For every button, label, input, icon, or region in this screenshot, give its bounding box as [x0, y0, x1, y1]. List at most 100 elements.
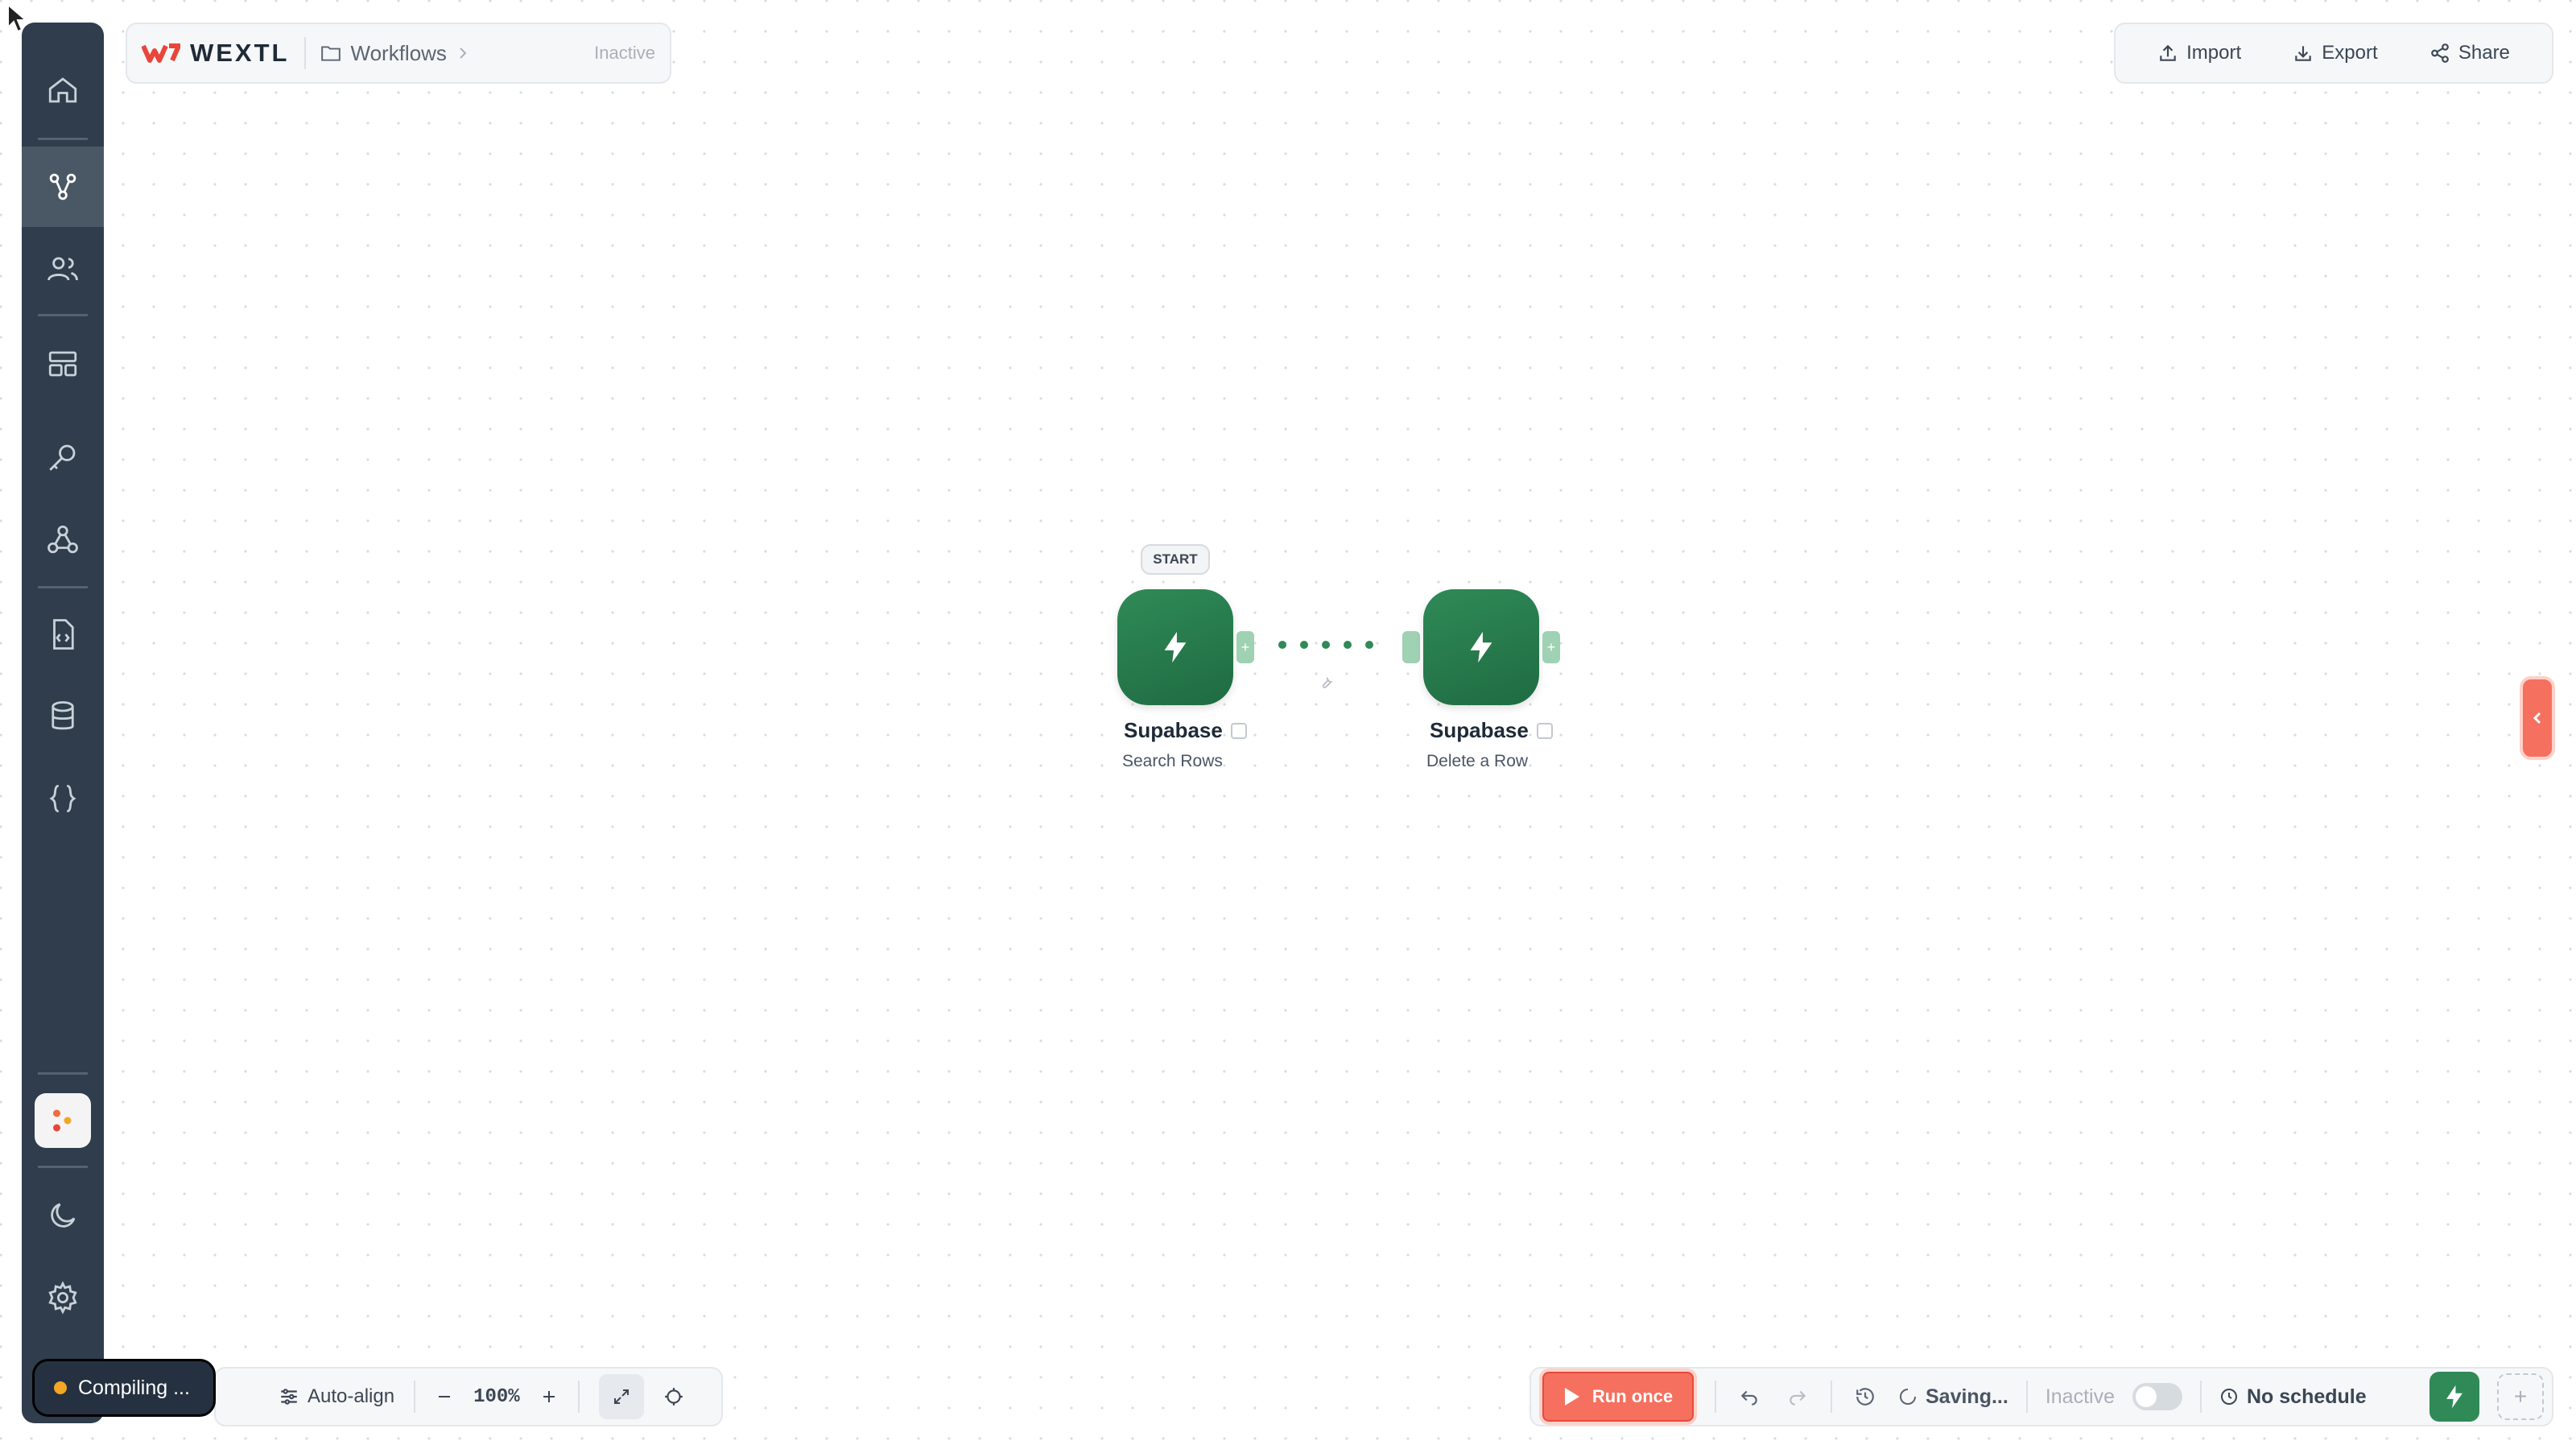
clock-icon — [2220, 1389, 2237, 1405]
schedule-button[interactable]: No schedule — [2219, 1385, 2367, 1409]
bolt-icon — [1470, 631, 1492, 663]
start-badge: START — [1141, 544, 1210, 575]
sidebar-item-home[interactable] — [22, 50, 104, 130]
zoom-level: 100% — [473, 1385, 520, 1408]
node-title-text: Supabase — [1430, 718, 1529, 742]
chevron-right-icon — [460, 47, 467, 59]
templates-icon — [48, 351, 77, 377]
sidebar-divider — [38, 314, 88, 316]
node-subtitle: Delete a Row — [1426, 752, 1529, 770]
history-button[interactable] — [1850, 1381, 1880, 1412]
wrench-icon[interactable] — [1317, 673, 1335, 691]
expand-icon — [613, 1389, 629, 1404]
node-subtitle: Search Rows — [1122, 752, 1223, 770]
recenter-button[interactable] — [663, 1386, 684, 1407]
node-title-text: Supabase — [1124, 718, 1223, 742]
export-button[interactable]: Export — [2293, 42, 2378, 64]
run-once-button[interactable]: Run once — [1539, 1368, 1697, 1425]
app-switcher-button[interactable] — [35, 1093, 91, 1148]
node-output-handle[interactable]: + — [1236, 631, 1254, 663]
sidebar — [22, 23, 104, 1423]
theme-toggle-button[interactable] — [22, 1175, 104, 1256]
plus-icon: + — [2513, 1384, 2528, 1409]
bolt-icon — [1164, 631, 1187, 663]
chevron-left-icon — [2533, 712, 2541, 724]
compile-status-text: Compiling ... — [78, 1376, 190, 1399]
toolbar-divider — [2025, 1381, 2028, 1413]
sidebar-item-workflows[interactable] — [22, 147, 104, 227]
redo-icon — [1790, 1390, 1806, 1406]
node-connection[interactable] — [1278, 641, 1373, 649]
minus-icon — [439, 1396, 451, 1397]
sidebar-item-scripts[interactable] — [22, 594, 104, 675]
node-search-rows[interactable] — [1117, 589, 1233, 705]
toolbar-divider — [2199, 1381, 2202, 1413]
sidebar-divider — [38, 1072, 88, 1075]
toolbar-divider — [414, 1381, 416, 1413]
breadcrumb[interactable]: Workflows — [320, 41, 469, 66]
zoom-in-button[interactable] — [539, 1387, 559, 1406]
brand[interactable]: WEXTL — [142, 39, 290, 68]
node-title: Supabase — [1124, 718, 1247, 743]
node-delete-row[interactable] — [1423, 589, 1539, 705]
share-icon — [2431, 43, 2449, 63]
redo-button[interactable] — [1782, 1381, 1813, 1412]
undo-button[interactable] — [1734, 1381, 1765, 1412]
brand-logo-icon — [142, 43, 180, 63]
breadcrumb-workflows[interactable]: Workflows — [351, 41, 447, 66]
side-panel-toggle[interactable] — [2520, 676, 2555, 760]
home-icon — [48, 77, 77, 103]
active-label: Inactive — [2045, 1385, 2115, 1408]
moon-icon — [51, 1203, 76, 1228]
spinner-icon — [1900, 1389, 1916, 1405]
node-title: Supabase — [1430, 718, 1553, 743]
download-icon — [2295, 46, 2312, 61]
play-icon — [1564, 1388, 1579, 1406]
add-trigger-button[interactable]: + — [2497, 1373, 2544, 1420]
sidebar-item-users[interactable] — [22, 229, 104, 309]
toolbar-divider — [1831, 1381, 1832, 1413]
settings-button[interactable] — [22, 1257, 104, 1338]
workflow-icon — [49, 173, 76, 200]
active-toggle[interactable] — [2132, 1383, 2182, 1410]
fit-view-button[interactable] — [598, 1374, 644, 1419]
node-info-icon[interactable] — [1536, 722, 1553, 739]
database-icon — [52, 701, 74, 730]
import-button[interactable]: Import — [2157, 42, 2241, 64]
gear-icon — [48, 1281, 77, 1315]
zoom-out-button[interactable] — [435, 1387, 454, 1406]
undo-icon — [1740, 1390, 1757, 1406]
sidebar-divider — [38, 138, 88, 140]
sidebar-divider — [38, 1166, 88, 1168]
app-logo-icon — [53, 1109, 72, 1132]
saving-text: Saving... — [1926, 1385, 2008, 1408]
sidebar-item-webhooks[interactable] — [22, 499, 104, 580]
export-label: Export — [2322, 42, 2378, 64]
history-icon — [1856, 1388, 1874, 1406]
sidebar-item-variables[interactable] — [22, 758, 104, 839]
triggers-button[interactable] — [2429, 1372, 2479, 1422]
toolbar-divider — [1715, 1381, 1716, 1413]
braces-icon — [49, 784, 76, 813]
run-toolbar: Run once Saving... Inactive No schedule … — [1530, 1367, 2553, 1426]
folder-icon — [320, 46, 341, 61]
node-output-handle[interactable]: + — [1542, 631, 1560, 663]
schedule-label: No schedule — [2246, 1385, 2367, 1408]
node-info-icon[interactable] — [1230, 722, 1247, 739]
upload-icon — [2160, 44, 2176, 61]
top-actions: Import Export Share — [2114, 23, 2553, 84]
sidebar-item-database[interactable] — [22, 676, 104, 757]
toolbar-divider — [577, 1381, 580, 1413]
file-code-icon — [53, 619, 74, 650]
node-input-handle[interactable] — [1402, 631, 1420, 663]
plus-icon — [543, 1391, 555, 1402]
canvas-toolbar: Auto-align 100% — [214, 1367, 723, 1426]
sidebar-item-credentials[interactable] — [22, 417, 104, 497]
auto-align-button[interactable]: Auto-align — [279, 1385, 394, 1408]
compile-status: Compiling ... — [32, 1359, 216, 1417]
share-label: Share — [2458, 42, 2510, 64]
sidebar-item-templates[interactable] — [22, 324, 104, 404]
share-button[interactable]: Share — [2429, 42, 2510, 64]
brand-name: WEXTL — [190, 39, 290, 67]
webhook-icon — [47, 525, 78, 554]
